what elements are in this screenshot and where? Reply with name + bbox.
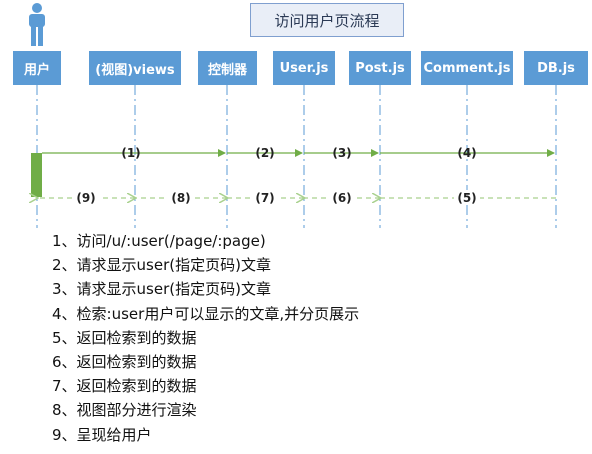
person-icon	[29, 3, 45, 46]
response-label: (7)	[255, 191, 274, 205]
activation-bar	[31, 153, 42, 197]
actor-views: (视图)views	[89, 51, 181, 85]
actor-user: 用户	[13, 51, 61, 85]
response-label: (5)	[457, 191, 476, 205]
step-item: 9、呈现给用户	[52, 425, 152, 444]
step-item: 7、返回检索到的数据	[52, 377, 197, 396]
step-item: 4、检索:user用户可以显示的文章,并分页展示	[52, 304, 360, 323]
request-arrows: (1) (2) (3) (4)	[42, 146, 555, 160]
response-label: (6)	[332, 191, 351, 205]
actor-user-js: User.js	[273, 51, 335, 85]
diagram-title: 访问用户页流程	[250, 3, 404, 37]
response-arrows: (5) (6) (7) (8) (9)	[38, 190, 556, 205]
sequence-diagram: (1) (2) (3) (4) (5) (6) (7) (8) (9) 访问用户页流程 用户 …	[0, 0, 592, 230]
step-list: 1、访问/u/:user(/page/:page) 2、请求显示user(指定页…	[52, 229, 359, 447]
actor-post-js: Post.js	[349, 51, 411, 85]
step-item: 1、访问/u/:user(/page/:page)	[52, 232, 266, 250]
step-item: 5、返回检索到的数据	[52, 328, 197, 347]
request-label: (3)	[332, 146, 351, 160]
step-item: 3、请求显示user(指定页码)文章	[52, 280, 271, 299]
request-label: (2)	[255, 146, 274, 160]
actor-db-js: DB.js	[524, 51, 588, 85]
request-label: (4)	[457, 146, 476, 160]
response-label: (9)	[76, 191, 95, 205]
actor-comment-js: Comment.js	[421, 51, 513, 85]
step-item: 6、返回检索到的数据	[52, 353, 197, 372]
step-item: 8、视图部分进行渲染	[52, 401, 197, 420]
response-label: (8)	[171, 191, 190, 205]
actor-controller: 控制器	[198, 51, 257, 85]
step-item: 2、请求显示user(指定页码)文章	[52, 256, 271, 275]
lifelines	[36, 85, 557, 228]
request-label: (1)	[121, 146, 140, 160]
